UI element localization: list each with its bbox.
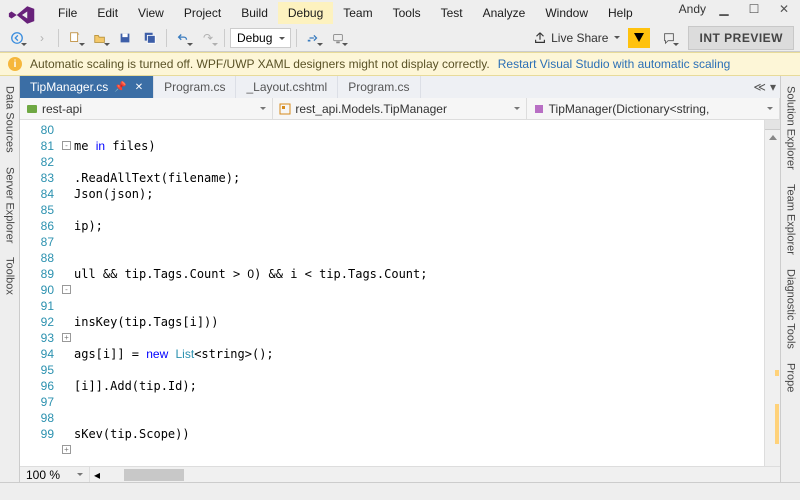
code-content[interactable]: me in files) .ReadAllText(filename); Jso… — [74, 120, 764, 466]
nav-back-button[interactable] — [6, 27, 28, 49]
close-button[interactable]: ✕ — [772, 2, 796, 16]
tab-label: _Layout.cshtml — [246, 80, 327, 94]
menu-edit[interactable]: Edit — [87, 2, 128, 24]
fold-column: - - + + — [60, 120, 74, 466]
horizontal-scrollbar[interactable]: 100 % ◂ — [20, 466, 780, 482]
menu-file[interactable]: File — [48, 2, 87, 24]
menu-test[interactable]: Test — [431, 2, 473, 24]
zoom-select[interactable]: 100 % — [20, 467, 90, 482]
vs-logo — [8, 6, 36, 24]
right-rail: Solution Explorer Team Explorer Diagnost… — [780, 76, 800, 482]
menu-bar: File Edit View Project Build Debug Team … — [0, 0, 800, 24]
process-button[interactable] — [327, 27, 349, 49]
rail-data-sources[interactable]: Data Sources — [2, 80, 18, 159]
scroll-marker — [775, 370, 779, 376]
line-gutter: 8081828384858687888990919293949596979899 — [20, 120, 60, 466]
nav-class[interactable]: rest_api.Models.TipManager — [273, 98, 526, 119]
step-button[interactable] — [302, 27, 324, 49]
nav-class-label: rest_api.Models.TipManager — [295, 102, 447, 116]
info-text: Automatic scaling is turned off. WPF/UWP… — [30, 57, 490, 71]
menu-team[interactable]: Team — [333, 2, 382, 24]
tab-menu-icon[interactable]: ▾ — [770, 80, 776, 94]
menu-help[interactable]: Help — [598, 2, 643, 24]
left-rail: Data Sources Server Explorer Toolbox — [0, 76, 20, 482]
fold-toggle[interactable]: - — [62, 285, 71, 294]
user-name[interactable]: Andy — [679, 2, 706, 16]
nav-project-label: rest-api — [42, 102, 82, 116]
new-item-button[interactable] — [64, 27, 86, 49]
editor-area: TipManager.cs 📌 ✕ Program.cs _Layout.csh… — [20, 76, 780, 482]
nav-member[interactable]: TipManager(Dictionary<string, — [527, 98, 780, 119]
menu-build[interactable]: Build — [231, 2, 278, 24]
nav-bar: rest-api rest_api.Models.TipManager TipM… — [20, 98, 780, 120]
fold-toggle[interactable]: + — [62, 333, 71, 342]
menu-tools[interactable]: Tools — [383, 2, 431, 24]
zoom-label: 100 % — [26, 468, 60, 482]
scroll-thumb[interactable] — [124, 469, 184, 481]
rail-toolbox[interactable]: Toolbox — [2, 251, 18, 301]
info-link[interactable]: Restart Visual Studio with automatic sca… — [498, 57, 731, 71]
toolbar: › ↷ Debug Live Share INT PREVIEW — [0, 24, 800, 52]
live-share-button[interactable]: Live Share — [533, 31, 620, 45]
info-bar: i Automatic scaling is turned off. WPF/U… — [0, 52, 800, 76]
rail-diagnostic-tools[interactable]: Diagnostic Tools — [783, 263, 799, 355]
redo-button[interactable]: ↷ — [197, 27, 219, 49]
config-select[interactable]: Debug — [230, 28, 291, 48]
maximize-button[interactable]: ☐ — [742, 2, 766, 16]
minimize-button[interactable]: ▁ — [712, 2, 736, 16]
close-icon[interactable]: ✕ — [135, 82, 143, 93]
nav-member-label: TipManager(Dictionary<string, — [549, 102, 710, 116]
tab-program1[interactable]: Program.cs — [154, 76, 236, 98]
undo-button[interactable] — [172, 27, 194, 49]
document-tabs: TipManager.cs 📌 ✕ Program.cs _Layout.csh… — [20, 76, 780, 98]
nav-project[interactable]: rest-api — [20, 98, 273, 119]
rail-server-explorer[interactable]: Server Explorer — [2, 161, 18, 249]
feedback-button[interactable] — [628, 28, 650, 48]
code-editor[interactable]: 8081828384858687888990919293949596979899… — [20, 120, 780, 466]
menu-debug[interactable]: Debug — [278, 2, 333, 24]
vertical-scrollbar[interactable] — [764, 120, 780, 466]
tab-label: Program.cs — [348, 80, 409, 94]
rail-solution-explorer[interactable]: Solution Explorer — [783, 80, 799, 176]
status-bar — [0, 482, 800, 500]
split-handle[interactable] — [765, 120, 780, 130]
tab-label: Program.cs — [164, 80, 225, 94]
menu-analyze[interactable]: Analyze — [473, 2, 536, 24]
rail-team-explorer[interactable]: Team Explorer — [783, 178, 799, 261]
notifications-button[interactable] — [658, 27, 680, 49]
nav-fwd-button[interactable]: › — [31, 27, 53, 49]
menu-project[interactable]: Project — [174, 2, 231, 24]
menu-view[interactable]: View — [128, 2, 174, 24]
tab-tipmanager[interactable]: TipManager.cs 📌 ✕ — [20, 76, 154, 98]
tab-overflow-icon[interactable]: ≪ — [753, 80, 766, 94]
fold-toggle[interactable]: - — [62, 141, 71, 150]
preview-badge[interactable]: INT PREVIEW — [688, 26, 794, 50]
warning-icon: i — [8, 57, 22, 71]
fold-toggle[interactable]: + — [62, 445, 71, 454]
tab-label: TipManager.cs — [30, 80, 108, 94]
scroll-left-button[interactable]: ◂ — [90, 468, 104, 482]
live-share-label: Live Share — [551, 31, 608, 45]
tab-layout[interactable]: _Layout.cshtml — [236, 76, 338, 98]
save-all-button[interactable] — [139, 27, 161, 49]
menu-window[interactable]: Window — [535, 2, 598, 24]
pin-icon[interactable]: 📌 — [114, 82, 126, 93]
save-button[interactable] — [114, 27, 136, 49]
tab-program2[interactable]: Program.cs — [338, 76, 420, 98]
scroll-up-button[interactable] — [765, 130, 780, 144]
rail-properties[interactable]: Prope — [783, 357, 799, 398]
open-button[interactable] — [89, 27, 111, 49]
scroll-marker — [775, 404, 779, 444]
